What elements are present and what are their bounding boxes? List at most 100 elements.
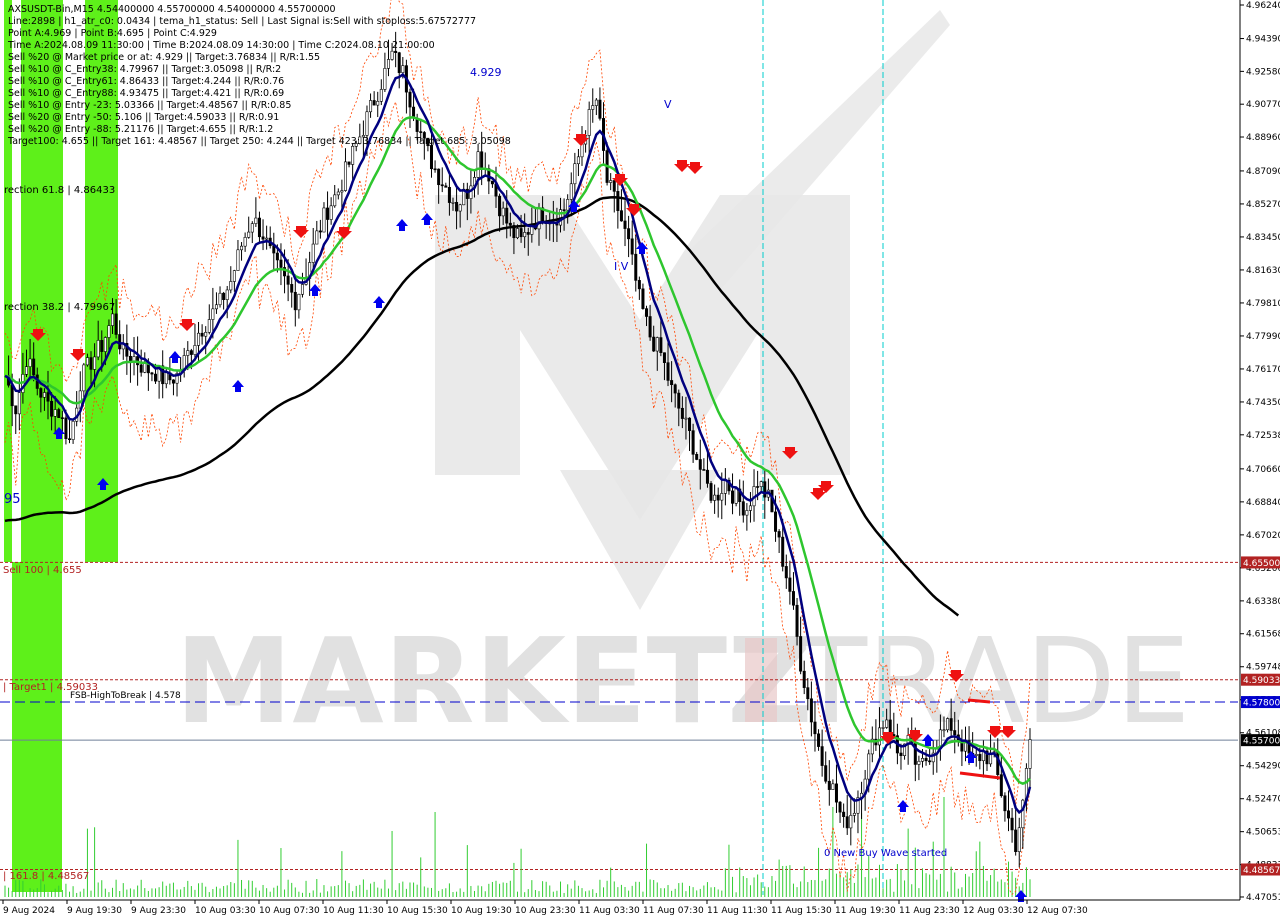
volume-bar xyxy=(1025,867,1027,897)
candle-body xyxy=(784,566,788,579)
volume-bar xyxy=(835,873,837,897)
candle-body xyxy=(562,209,566,211)
volume-bar xyxy=(140,879,142,897)
volume-bar xyxy=(255,887,257,897)
volume-bar xyxy=(520,848,522,897)
volume-bar xyxy=(631,885,633,897)
volume-bar xyxy=(456,891,458,897)
volume-bar xyxy=(172,882,174,897)
candle-body xyxy=(490,180,494,185)
candle-body xyxy=(114,313,118,335)
volume-bar xyxy=(47,892,49,897)
candle-body xyxy=(186,350,190,356)
volume-bar xyxy=(76,892,78,897)
y-tick-label: 4.52470 xyxy=(1246,795,1280,805)
volume-bar xyxy=(936,879,938,897)
volume-bar xyxy=(825,879,827,897)
candle-body xyxy=(365,111,369,136)
volume-bar xyxy=(330,886,332,897)
volume-bar xyxy=(592,889,594,897)
candle-body xyxy=(197,332,201,346)
candle-body xyxy=(731,490,735,504)
candle-body xyxy=(290,284,294,293)
candle-body xyxy=(347,161,351,165)
price-tag-label: 4.59033 xyxy=(1243,676,1280,686)
candle-body xyxy=(476,151,480,178)
volume-bar xyxy=(43,884,45,897)
candle-body xyxy=(286,275,290,285)
candle-body xyxy=(297,293,301,311)
volume-bar xyxy=(219,888,221,897)
volume-bar xyxy=(8,887,10,897)
candle-body xyxy=(236,249,240,271)
candle-body xyxy=(849,815,853,829)
candle-body xyxy=(265,237,269,240)
candle-body xyxy=(333,194,337,207)
candle-body xyxy=(924,758,928,762)
x-tick-label: 12 Aug 07:30 xyxy=(1027,906,1088,916)
candle-body xyxy=(390,50,394,60)
candle-body xyxy=(831,783,835,790)
volume-bar xyxy=(416,884,418,897)
volume-bar xyxy=(954,872,956,897)
volume-bar xyxy=(137,885,139,897)
volume-bar xyxy=(459,888,461,897)
volume-bar xyxy=(223,886,225,897)
volume-bar xyxy=(782,865,784,897)
candle-body xyxy=(569,183,573,200)
volume-bar xyxy=(215,886,217,897)
candle-body xyxy=(591,105,595,110)
volume-bar xyxy=(771,876,773,897)
volume-bar xyxy=(484,891,486,897)
volume-bar xyxy=(294,887,296,897)
candle-body xyxy=(96,340,100,358)
candle-body xyxy=(677,392,681,409)
candle-body xyxy=(648,316,652,338)
candle-body xyxy=(666,362,670,381)
candle-body xyxy=(64,417,68,440)
candle-body xyxy=(705,469,709,484)
volume-bar xyxy=(251,880,253,897)
candle-body xyxy=(42,392,46,398)
volume-bar xyxy=(620,884,622,897)
volume-bar xyxy=(362,879,364,897)
sell-arrow-icon xyxy=(687,162,703,174)
volume-bar xyxy=(491,881,493,897)
volume-bar xyxy=(581,888,583,897)
volume-bar xyxy=(871,878,873,897)
x-tick-label: 10 Aug 11:30 xyxy=(323,906,384,916)
chart-canvas[interactable]: MARKETZ TRADE rection 61.8 | 4.86433 rec… xyxy=(0,0,1280,920)
candle-body xyxy=(698,459,702,470)
y-tick-label: 4.74350 xyxy=(1246,398,1280,408)
stoploss-segment xyxy=(967,698,991,704)
volume-bar xyxy=(785,865,787,897)
volume-bar xyxy=(696,890,698,897)
candle-body xyxy=(953,730,957,736)
candle-body xyxy=(250,223,254,233)
trading-chart[interactable]: MARKETZ TRADE rection 61.8 | 4.86433 rec… xyxy=(0,0,1280,920)
volume-bar xyxy=(430,887,432,897)
volume-bar xyxy=(448,883,450,897)
volume-bar xyxy=(990,875,992,897)
candle-body xyxy=(702,469,706,471)
volume-bar xyxy=(531,880,533,897)
volume-bar xyxy=(488,883,490,897)
x-tick-label: 9 Aug 19:30 xyxy=(67,906,122,916)
volume-bar xyxy=(208,892,210,897)
volume-bar xyxy=(359,884,361,897)
volume-bar xyxy=(1029,879,1031,897)
volume-bar xyxy=(606,880,608,897)
info-line: Sell %20 @ Entry -50: 5.106 || Target:4.… xyxy=(8,112,279,123)
candle-body xyxy=(637,280,641,290)
volume-bar xyxy=(104,888,106,897)
volume-bar xyxy=(190,886,192,897)
volume-bar xyxy=(355,885,357,897)
volume-bar xyxy=(187,880,189,897)
candle-body xyxy=(85,357,89,366)
buy-arrow-icon xyxy=(373,296,385,308)
volume-bar xyxy=(316,879,318,897)
candle-body xyxy=(1014,829,1018,852)
volume-bar xyxy=(158,887,160,897)
volume-bar xyxy=(943,797,945,897)
x-tick-label: 11 Aug 15:30 xyxy=(771,906,832,916)
